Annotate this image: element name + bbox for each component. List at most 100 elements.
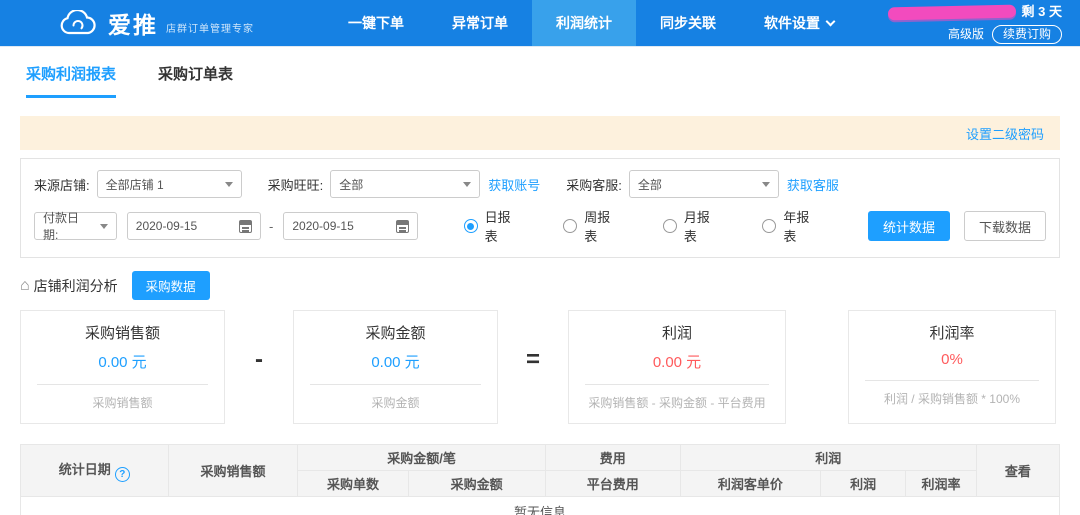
purchase-service-value: 全部: [637, 177, 662, 192]
source-shop-label: 来源店铺:: [34, 177, 90, 193]
equals-operator: =: [525, 346, 540, 373]
col-view: 查看: [975, 444, 1061, 497]
purchase-wangwang-select[interactable]: 全部: [330, 170, 481, 198]
card-purchase-sales: 采购销售额 0.00 元 采购销售额: [20, 310, 225, 424]
report-type-radios: 日报表 周报表 月报表 年报表: [463, 207, 818, 245]
chevron-down-icon: [463, 181, 472, 187]
col-profit-rate: 利润率: [905, 470, 977, 497]
purchase-wangwang-value: 全部: [339, 177, 364, 192]
main-nav: 一键下单 异常订单 利润统计 同步关联 软件设置: [324, 0, 858, 46]
purchase-data-button[interactable]: 采购数据: [131, 271, 210, 300]
card-value: 0.00 元: [652, 354, 702, 371]
brand-name: 爱推: [108, 12, 158, 38]
card-title: 采购金额: [365, 325, 426, 342]
nav-item-label: 软件设置: [764, 15, 820, 31]
help-icon[interactable]: ?: [114, 467, 130, 482]
notice-banner: 设置二级密码: [20, 116, 1060, 150]
card-caption: 采购销售额: [92, 396, 153, 410]
radio-daily-report[interactable]: 日报表: [463, 207, 520, 245]
get-accounts-link[interactable]: 获取账号: [488, 175, 540, 194]
date-field-select[interactable]: 付款日期:: [34, 211, 117, 242]
col-purchase-amount: 采购金额: [407, 470, 546, 497]
purchase-wangwang-label: 采购旺旺:: [267, 177, 324, 193]
col-group-profit: 利润: [679, 444, 977, 471]
date-from-value[interactable]: [135, 219, 226, 233]
col-purchase-sales: 采购销售额: [167, 444, 299, 497]
account-area: 剩 3 天 高级版 续费订购: [887, 2, 1062, 44]
purchase-service-label: 采购客服:: [566, 177, 622, 193]
radio-icon: [762, 219, 777, 233]
redacted-username: [887, 4, 1016, 21]
card-caption: 采购销售额 - 采购金额 - 平台费用: [588, 396, 766, 410]
radio-icon: [463, 219, 478, 233]
date-from-input[interactable]: [126, 212, 262, 240]
col-stat-date: 统计日期?: [20, 444, 169, 497]
minus-operator: -: [255, 346, 263, 373]
card-purchase-amount: 采购金额 0.00 元 采购金额: [293, 310, 498, 424]
chevron-down-icon: [761, 181, 770, 187]
radio-weekly-report[interactable]: 周报表: [563, 207, 619, 245]
radio-yearly-report[interactable]: 年报表: [762, 207, 818, 245]
statistics-data-button[interactable]: 统计数据: [868, 211, 950, 241]
section-header: ⌂ 店铺利润分析 采购数据: [20, 271, 1080, 300]
tab-purchase-profit-report[interactable]: 采购利润报表: [26, 63, 117, 98]
source-shop-select[interactable]: 全部店铺 1: [96, 170, 242, 198]
card-profit: 利润 0.00 元 采购销售额 - 采购金额 - 平台费用: [568, 310, 786, 424]
download-data-button[interactable]: 下载数据: [963, 211, 1047, 241]
card-caption: 采购金额: [371, 396, 420, 410]
card-value: 0.00 元: [98, 354, 147, 371]
col-label: 统计日期: [58, 462, 111, 477]
section-title: 店铺利润分析: [33, 277, 118, 294]
nav-item-software-settings[interactable]: 软件设置: [740, 0, 858, 46]
filter-row-1: 来源店铺: 全部店铺 1 采购旺旺: 全部 获取账号 采购客服: 全部 获取客服: [34, 170, 1046, 198]
nav-item-profit-statistics[interactable]: 利润统计: [532, 0, 636, 46]
card-value: 0.00 元: [371, 354, 420, 371]
radio-label: 周报表: [584, 210, 611, 244]
source-shop-value: 全部店铺 1: [105, 177, 164, 192]
card-title: 利润率: [929, 325, 975, 342]
cloud-logo-icon: [58, 9, 98, 37]
empty-message: 暂无信息: [20, 496, 1060, 515]
nav-item-one-click-order[interactable]: 一键下单: [324, 0, 428, 46]
col-purchase-count: 采购单数: [297, 470, 409, 497]
col-platform-fee: 平台费用: [544, 470, 681, 497]
col-group-fees: 费用: [544, 444, 681, 471]
radio-monthly-report[interactable]: 月报表: [662, 207, 719, 245]
brand-logo[interactable]: 爱推 店群订单管理专家: [58, 6, 254, 40]
nav-item-abnormal-orders[interactable]: 异常订单: [428, 0, 532, 46]
date-range-separator: -: [269, 218, 274, 234]
card-title: 利润: [661, 325, 692, 342]
filter-row-2: 付款日期: - 日报表 周报表 月报表: [34, 207, 1047, 245]
date-to-input[interactable]: [283, 212, 418, 240]
filter-panel: 来源店铺: 全部店铺 1 采购旺旺: 全部 获取账号 采购客服: 全部 获取客服…: [20, 158, 1060, 258]
col-group-amount-per-order: 采购金额/笔: [297, 444, 546, 471]
calendar-icon[interactable]: [395, 219, 409, 233]
card-caption: 利润 / 采购销售额 * 100%: [883, 392, 1021, 406]
set-secondary-password-link[interactable]: 设置二级密码: [966, 124, 1044, 143]
chevron-down-icon: [825, 16, 836, 26]
col-profit-per-customer: 利润客单价: [679, 470, 821, 497]
home-icon: ⌂: [20, 276, 30, 294]
date-to-value[interactable]: [292, 219, 383, 233]
top-navbar: 爱推 店群订单管理专家 一键下单 异常订单 利润统计 同步关联 软件设置 剩 3…: [0, 0, 1080, 46]
card-value: 0%: [941, 351, 963, 368]
nav-item-sync-link[interactable]: 同步关联: [636, 0, 740, 46]
renew-subscription-button[interactable]: 续费订购: [991, 24, 1062, 44]
calendar-icon[interactable]: [239, 219, 253, 233]
brand-tagline: 店群订单管理专家: [166, 23, 254, 35]
col-profit: 利润: [819, 470, 907, 497]
tab-purchase-order-table[interactable]: 采购订单表: [158, 63, 233, 98]
radio-icon: [662, 219, 677, 233]
card-title: 采购销售额: [84, 325, 160, 342]
radio-label: 月报表: [683, 210, 710, 244]
days-left-badge: 剩 3 天: [1021, 4, 1062, 20]
plan-label: 高级版: [947, 26, 984, 41]
date-field-value: 付款日期:: [43, 211, 80, 242]
get-service-link[interactable]: 获取客服: [787, 175, 839, 194]
chevron-down-icon: [224, 181, 233, 187]
radio-label: 年报表: [783, 210, 810, 244]
summary-cards: 采购销售额 0.00 元 采购销售额 - 采购金额 0.00 元 采购金额 = …: [20, 310, 1060, 424]
chevron-down-icon: [99, 223, 108, 229]
profit-report-table: 统计日期? 采购销售额 采购金额/笔 费用 利润 查看 采购单数 采购金额 平台…: [20, 444, 1061, 515]
purchase-service-select[interactable]: 全部: [628, 170, 779, 198]
